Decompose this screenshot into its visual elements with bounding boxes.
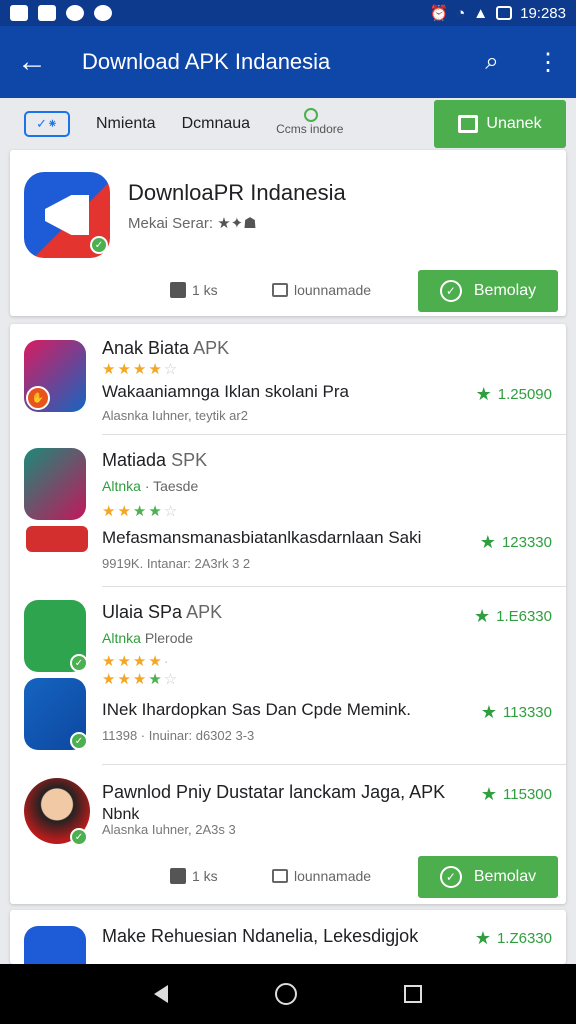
app-name: Pawnlod Pniy Dustatar lanckam Jaga, APK [102,782,446,802]
app-score: ★ 1.25090 [475,384,552,404]
more-options-icon[interactable]: ⋮ [520,48,576,77]
tab-nmienta[interactable]: Nmienta [96,115,156,133]
star-icon: ★ [480,784,498,804]
thumb-up-icon [170,282,186,298]
app-score: ★ 115300 [480,784,552,804]
star-icon: ★ [475,384,492,404]
nav-home-icon[interactable] [274,983,297,1005]
list-item[interactable]: ✓ Pawnlod Pniy Dustatar lanckam Jaga, AP… [10,766,566,904]
chat-bubble-icon [304,108,319,122]
list-item[interactable]: Matiada SPK Altnka · Taesde ★★★★☆ Mefasm… [10,434,566,584]
promo-banner-icon [26,526,88,552]
rating-stars: ★★★★☆ [102,361,180,378]
app-details: 11398 · Inuinar: d6302 3-3 [102,728,255,743]
battery-icon [496,6,513,20]
chat-icon [94,5,112,21]
page-title: Download APK Indanesia [82,49,331,74]
app-score: ★ 113330 [480,702,552,722]
app-bar: ← Download APK Indanesia ⌕ ⋮ [0,26,576,98]
app-details: Alasnka Iuhner, teytik ar2 [102,408,248,423]
list-item[interactable]: ✓ ★★★★☆ INek Ihardopkan Sas Dan Cpde Mem… [10,666,566,766]
app-details: 9919K. Intanar: 2A3rk 3 2 [102,556,251,571]
rating-stars: ★★★★☆ [102,503,180,520]
hand-badge-icon: ✋ [26,386,50,410]
search-icon[interactable]: ⌕ [464,48,520,76]
app-logo-icon: ✓⁕ [24,111,70,137]
app-list-card: ✋ Anak Biata APK ★★★★☆ Wakaaniamnga Ikla… [10,324,566,904]
tab-ccms-indore[interactable]: Ccms indore [276,108,343,136]
app-icon [24,926,86,964]
lock-icon [458,115,479,133]
comment-count[interactable]: lounnamade [272,868,371,884]
app-score: ★ 123330 [479,532,552,552]
app-meta: Altnka · Taesde [102,478,199,494]
system-nav-bar [0,964,576,1024]
message-icon [66,5,84,21]
image-icon [10,5,28,21]
featured-app-title[interactable]: DownloaPR Indanesia [128,180,346,206]
list-item[interactable]: Make Rehuesian Ndanelia, Lekesdigjok ★ 1… [10,910,566,964]
app-description: Wakaaniamnga Iklan skolani Pra [102,382,349,401]
featured-app-card: ✓ DownloaPR Indanesia Mekai Serar: ★✦☗ 1… [10,150,566,316]
app-name: Matiada SPK [102,450,208,470]
status-bar: ⏰ ◔ ▲ 19:283 [0,0,576,26]
tab-bar: ✓⁕ Nmienta Dcmnaua Ccms indore Unanek [10,98,566,150]
star-icon: ★ [480,702,498,722]
app-name: Anak Biata APK [102,338,230,358]
like-count[interactable]: 1 ks [170,282,218,298]
phone-app-icon [24,448,86,520]
featured-app-subtitle: Mekai Serar: ★✦☗ [128,215,257,232]
divider [102,764,566,765]
check-circle-icon: ✓ [439,866,462,888]
rating-stars-icon: ★✦☗ [217,215,257,232]
rating-stars: ★★★★☆ [102,671,180,688]
alarm-icon: ⏰ [429,5,449,22]
app-score: ★ 1.Z6330 [474,928,552,948]
status-time: 19:283 [520,4,566,22]
comment-icon [272,283,288,297]
download-button[interactable]: ✓ Bemolav [418,856,558,898]
gallery-icon [38,5,56,21]
megaphone-icon [45,195,89,235]
verified-badge-icon: ✓ [70,828,88,846]
signal-icon: ▲ [473,4,489,22]
comment-count[interactable]: lounnamade [272,282,371,298]
list-item[interactable]: ✋ Anak Biata APK ★★★★☆ Wakaaniamnga Ikla… [10,324,566,434]
unlock-button[interactable]: Unanek [434,100,566,148]
star-icon: ★ [474,928,491,948]
app-score: ★ 1.E6330 [473,606,552,626]
like-count[interactable]: 1 ks [170,868,218,884]
verified-badge-icon: ✓ [90,236,108,254]
back-arrow-icon[interactable]: ← [0,45,64,79]
thumb-up-icon [170,868,186,884]
comment-icon [272,869,288,883]
star-icon: ★ [473,606,491,626]
download-button[interactable]: ✓ Bemolay [418,270,558,312]
app-meta: Altnka Plerode [102,630,194,646]
app-details: Alasnka Iuhner, 2A3s 3 [102,822,236,837]
list-item[interactable]: ✓ Ulaia SPa APK Altnka Plerode ★★★★· ★ 1… [10,586,566,672]
tab-dcmnaua[interactable]: Dcmnaua [182,115,250,133]
app-description: INek Ihardopkan Sas Dan Cpde Memink. [102,700,411,719]
app-name: Make Rehuesian Ndanelia, Lekesdigjok [102,926,419,946]
nav-back-icon[interactable] [153,985,168,1003]
wifi-icon: ◔ [456,4,466,22]
star-icon: ★ [479,532,496,552]
nav-recents-icon[interactable] [404,985,423,1003]
check-circle-icon: ✓ [439,280,462,302]
app-name: Ulaia SPa APK [102,602,223,622]
verified-badge-icon: ✓ [70,732,88,750]
app-list-card-next: Make Rehuesian Ndanelia, Lekesdigjok ★ 1… [10,910,566,964]
app-description: Mefasmansmanasbiatanlkasdarnlaan Saki [102,528,422,547]
